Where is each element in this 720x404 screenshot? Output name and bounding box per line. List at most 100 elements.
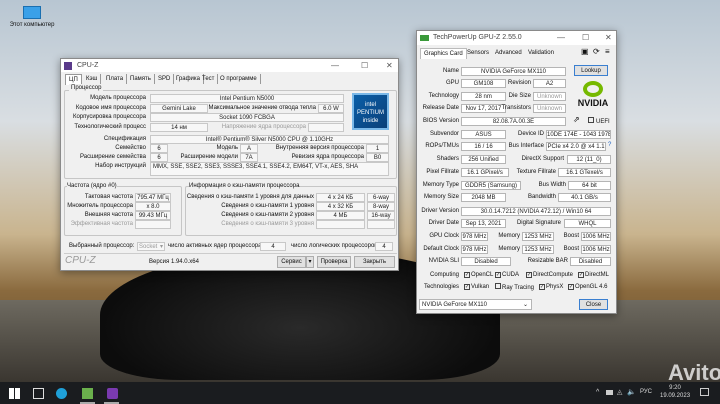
label-rops: ROPs/TMUs [425, 143, 459, 149]
gpu-select[interactable]: NVIDIA GeForce MX110 ⌄ [419, 299, 532, 310]
field-sig: WHQL [564, 219, 611, 228]
field-buswidth: 64 bit [568, 181, 611, 190]
checkbox-label: DirectML [585, 272, 610, 278]
field-gpu: GM108 [461, 79, 506, 88]
checkbox-box: ✓ [568, 284, 574, 290]
lookup-button[interactable]: Lookup [574, 65, 608, 76]
volume-icon[interactable]: 🔈 [627, 388, 636, 396]
language-indicator[interactable]: РУС [640, 389, 652, 395]
label-ext_model: Расширение модели [180, 154, 238, 160]
validate-button[interactable]: Проверка [317, 256, 351, 268]
field-model: Intel Pentium N5000 [150, 94, 344, 103]
tab-7[interactable]: О программе [217, 74, 261, 84]
cpuz-window: CPU-Z — ☐ ✕ ЦП Кэш Плата Память SPD Графика Те… [60, 58, 399, 271]
menu-icon[interactable]: ≡ [605, 47, 610, 56]
label-bandwidth: Bandwidth [527, 194, 556, 200]
cache-label: Сведения о кэш-памяти 2 уровня [221, 212, 314, 218]
tab-4[interactable]: SPD [155, 74, 175, 84]
edge-icon[interactable] [56, 388, 67, 399]
label-subvendor: Subvendor [429, 131, 459, 137]
active-cores-value: 4 [260, 242, 286, 251]
technology-checkbox[interactable]: ✓ PhysX [539, 283, 563, 292]
maximize-icon[interactable]: ☐ [361, 61, 368, 70]
refresh-icon[interactable]: ⟳ [593, 47, 600, 56]
window-title: CPU-Z [77, 62, 99, 69]
gpuz-titlebar[interactable]: TechPowerUp GPU-Z 2.55.0 — ☐ ✕ [417, 31, 616, 45]
nvidia-logo: NVIDIA [571, 81, 615, 108]
field-defclock: 978 MHz [461, 245, 488, 254]
tab-3[interactable]: Память [127, 74, 155, 84]
label-ext_family: Расширение семейства [79, 154, 146, 160]
task-view-icon[interactable] [33, 388, 44, 399]
technology-checkbox[interactable]: Ray Tracing [495, 283, 534, 293]
computing-checkbox[interactable]: ✓ DirectCompute [526, 271, 573, 280]
battery-icon[interactable] [606, 390, 613, 395]
uefi-checkbox[interactable]: UEFI [588, 117, 610, 127]
tab-0[interactable]: Graphics Card [420, 48, 467, 59]
label-memory: Memory [498, 233, 520, 239]
label-package: Корпусировка процессора [72, 114, 146, 120]
uefi-label: UEFI [596, 119, 610, 125]
cache-group-title: Информация о кэш-памяти процессора [189, 182, 300, 191]
tools-button[interactable]: Сервис [277, 256, 306, 268]
bus-help-icon[interactable]: ? [608, 142, 611, 148]
tab-1[interactable]: Кэш [83, 74, 102, 84]
cpuz-titlebar[interactable]: CPU-Z — ☐ ✕ [61, 59, 398, 72]
label-voltage: Напряжение ядра процессора [221, 124, 306, 130]
minimize-icon[interactable]: — [331, 61, 339, 70]
minimize-icon[interactable]: — [557, 33, 565, 42]
computing-checkbox[interactable]: ✓ CUDA [495, 271, 519, 280]
close-icon[interactable]: ✕ [386, 61, 393, 70]
label-name: Name [442, 68, 459, 74]
computing-checkbox[interactable]: ✓ OpenCL [464, 271, 493, 280]
checkbox-box: ✓ [539, 284, 545, 290]
tab-2[interactable]: Плата [103, 74, 128, 84]
label-transistors: Transistors [501, 105, 531, 111]
tab-3[interactable]: Validation [525, 48, 557, 58]
field-bus: PCIe x4 2.0 @ x4 1.1 [546, 142, 606, 151]
desktop-icon-this-pc[interactable]: Этот компьютер [4, 6, 60, 29]
label-memory: Memory [498, 246, 520, 252]
maximize-icon[interactable]: ☐ [582, 33, 589, 42]
processor-select[interactable]: Socket ▾ [137, 242, 165, 251]
technology-checkbox[interactable]: ✓ Vulkan [464, 283, 489, 292]
checkbox-label: Ray Tracing [502, 285, 535, 291]
label-technologies: Technologies [423, 284, 459, 290]
tools-dropdown-icon[interactable]: ▾ [306, 256, 314, 268]
close-icon[interactable]: ✕ [605, 33, 612, 42]
field-sli: Disabled [461, 257, 511, 266]
label-bus: Bus Interface [508, 143, 544, 149]
gpuz-app-icon [420, 35, 429, 41]
label-rebar: Resizable BAR [527, 258, 568, 264]
technology-checkbox[interactable]: ✓ OpenGL 4.6 [568, 283, 607, 292]
checkbox-label: DirectCompute [533, 272, 574, 278]
cache-way: 16-way [367, 211, 395, 220]
close-button[interactable]: Close [579, 299, 608, 310]
checkbox-box [495, 283, 501, 289]
start-windows-icon[interactable] [9, 388, 20, 399]
label-computing: Computing [429, 272, 459, 278]
gpuz-taskbar-icon[interactable] [82, 388, 93, 399]
field-subvendor: ASUS [461, 130, 506, 139]
clock[interactable]: 9:20 19.09.2023 [660, 384, 690, 400]
close-button[interactable]: Закрыть [354, 256, 395, 268]
tray-chevron-icon[interactable]: ^ [596, 389, 599, 396]
cache-size [316, 220, 365, 229]
cpuz-taskbar-icon[interactable] [107, 388, 118, 399]
camera-icon[interactable]: ▣ [581, 47, 589, 56]
network-icon[interactable]: ◬ [617, 388, 622, 396]
logical-processors-label: число логических процессоров [291, 243, 378, 249]
tab-2[interactable]: Advanced [492, 48, 525, 58]
notifications-icon[interactable] [700, 388, 709, 396]
computing-checkbox[interactable]: ✓ DirectML [578, 271, 609, 280]
label-revision: Revision [507, 80, 531, 86]
checkbox-label: CUDA [502, 272, 520, 278]
label-drvdate: Driver Date [428, 220, 459, 226]
share-icon[interactable]: ⇗ [573, 115, 580, 124]
tab-6[interactable]: Тест [199, 74, 219, 84]
field-spec: Intel® Pentium® Silver N5000 CPU @ 1.10G… [150, 135, 389, 144]
cache-way: 8-way [367, 202, 395, 211]
tab-1[interactable]: Sensors [464, 48, 492, 58]
selected-processor-label: Выбранный процессор: [69, 243, 135, 249]
clock-time: 9:20 [669, 385, 681, 391]
